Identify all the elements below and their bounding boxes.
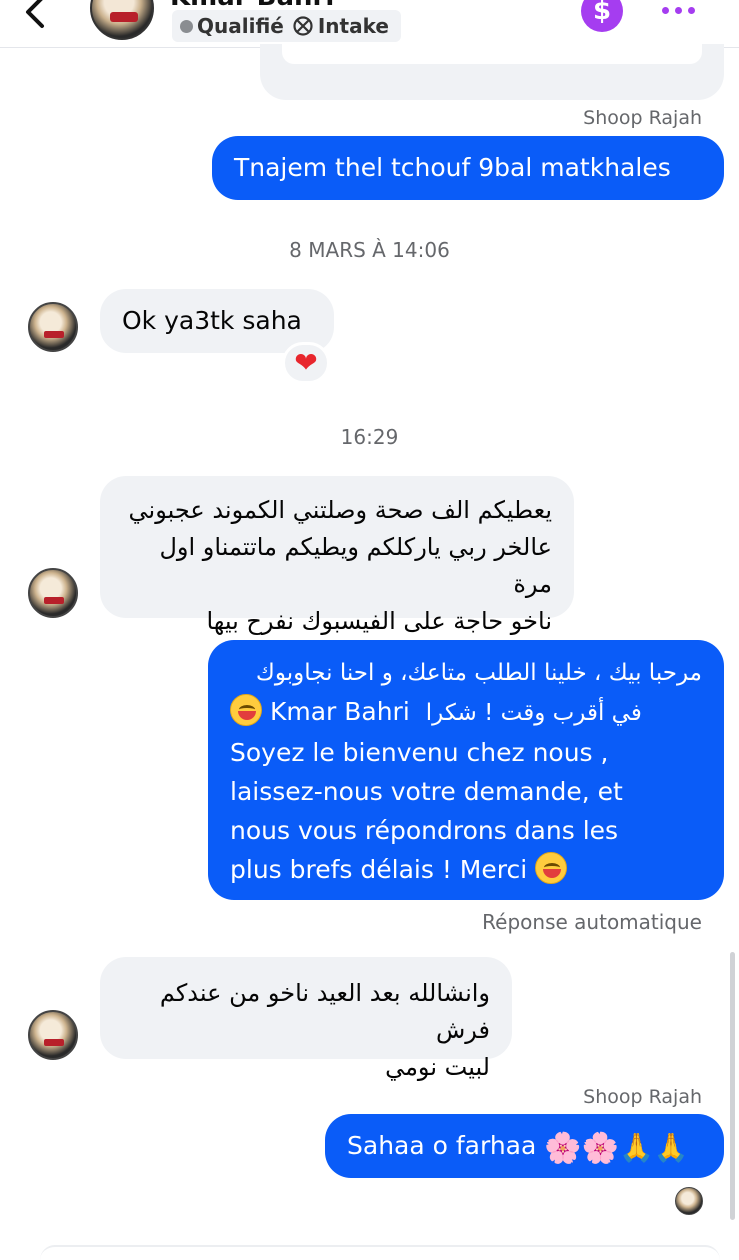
praying-hands-emoji-icon: 🙏 xyxy=(653,1131,689,1164)
cherry-blossom-emoji-icon: 🌸 xyxy=(544,1131,582,1166)
intake-icon xyxy=(293,16,313,36)
conversation-header: Kmar Bahri Qualifié Intake $ xyxy=(0,0,739,48)
message-line: وانشالله بعد العيد ناخو من عندكم فرش xyxy=(159,979,490,1044)
message-line: لبيت نومي xyxy=(385,1053,490,1081)
message-line-last: plus brefs délais ! Merci xyxy=(230,850,702,889)
message-line: Soyez le bienvenu chez nous , xyxy=(230,738,609,767)
stage-tag-label: Intake xyxy=(317,14,389,38)
stage-tag[interactable]: Intake xyxy=(288,14,393,38)
message-line: عالخر ربي ياركلكم ويطيكم ماتتمناو اول مر… xyxy=(159,533,552,598)
message-line: nous vous répondrons dans les xyxy=(230,816,619,845)
cherry-blossom-emoji-icon: 🌸 xyxy=(581,1131,619,1166)
incoming-message[interactable]: وانشالله بعد العيد ناخو من عندكم فرش لبي… xyxy=(100,957,512,1081)
status-tag-label: Qualifié xyxy=(197,14,284,38)
message-line-mixed: Kmar Bahri في أقرب وقت ! شكرا xyxy=(230,692,702,733)
inline-contact-name: Kmar Bahri xyxy=(269,697,410,726)
sender-label: Shoop Rajah xyxy=(583,107,702,129)
heart-icon: ❤ xyxy=(294,346,318,379)
contact-avatar-small xyxy=(28,568,78,618)
message-line-rtl: في أقرب وقت ! شكرا xyxy=(425,700,642,726)
message-text: Sahaa o farhaa xyxy=(347,1131,537,1160)
status-tag[interactable]: Qualifié xyxy=(176,14,288,38)
outgoing-message[interactable]: Sahaa o farhaa 🌸🌸🙏🙏 xyxy=(325,1114,724,1178)
heart-reaction[interactable]: ❤ xyxy=(282,342,330,384)
contact-avatar[interactable] xyxy=(90,0,154,40)
contact-tags[interactable]: Qualifié Intake xyxy=(172,10,401,42)
payment-dollar-icon[interactable]: $ xyxy=(581,0,623,32)
previous-message-card-inner xyxy=(282,44,702,64)
more-options-icon[interactable] xyxy=(662,4,698,16)
timestamp: 16:29 xyxy=(340,425,399,449)
message-line: مرحبا بيك ، خلينا الطلب متاعك، و احنا نج… xyxy=(255,660,702,686)
composer-edge xyxy=(40,1245,720,1260)
outgoing-auto-reply[interactable]: مرحبا بيك ، خلينا الطلب متاعك، و احنا نج… xyxy=(208,640,724,900)
timestamp: 8 MARS À 14:06 xyxy=(289,238,450,262)
back-arrow-icon[interactable] xyxy=(20,0,54,34)
scrollbar[interactable] xyxy=(730,952,735,1220)
smile-emoji-icon xyxy=(230,694,262,726)
incoming-message[interactable]: يعطيكم الف صحة وصلتني الكموند عجبوني عال… xyxy=(100,476,574,635)
sender-label: Shoop Rajah xyxy=(583,1086,702,1108)
praying-hands-emoji-icon: 🙏 xyxy=(618,1131,654,1164)
status-dot-icon xyxy=(180,19,193,33)
contact-avatar-small xyxy=(28,1010,78,1060)
auto-reply-label: Réponse automatique xyxy=(482,910,702,934)
message-line: ناخو حاجة على الفيسبوك نفرح بيها xyxy=(206,607,552,635)
read-receipt-avatar xyxy=(675,1187,703,1215)
smile-emoji-icon xyxy=(535,852,568,884)
message-line: يعطيكم الف صحة وصلتني الكموند عجبوني xyxy=(128,496,552,524)
contact-avatar-small xyxy=(28,302,78,352)
message-line: plus brefs délais ! Merci xyxy=(230,855,528,884)
outgoing-message[interactable]: Tnajem thel tchouf 9bal matkhales xyxy=(212,136,724,200)
message-line: laissez-nous votre demande, et xyxy=(230,777,623,806)
